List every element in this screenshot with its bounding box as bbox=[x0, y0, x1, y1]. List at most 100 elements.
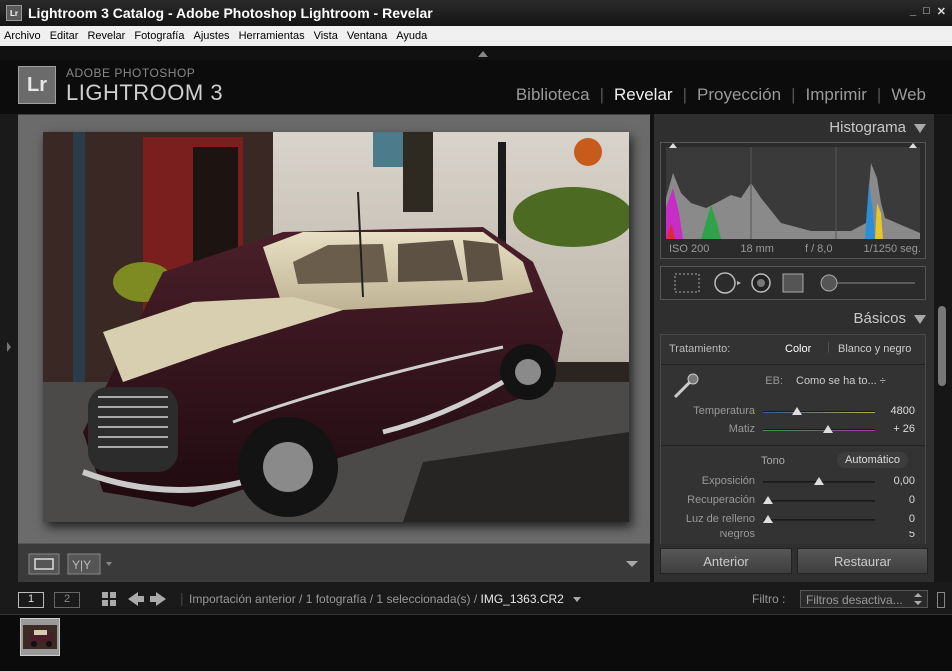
wb-label: EB: bbox=[765, 375, 783, 387]
filter-lock-icon[interactable] bbox=[937, 592, 945, 608]
fill-light-slider[interactable] bbox=[763, 519, 875, 521]
adjustment-brush-icon[interactable] bbox=[820, 274, 838, 292]
white-balance-picker-icon[interactable] bbox=[671, 371, 701, 401]
basicos-header[interactable]: Básicos bbox=[853, 310, 926, 327]
lightroom-logo: Lr bbox=[18, 66, 56, 104]
module-picker: Biblioteca | Revelar | Proyección | Impr… bbox=[516, 85, 926, 105]
panel-buttons: Anterior Restaurar bbox=[654, 544, 934, 582]
forward-arrow-icon[interactable] bbox=[150, 592, 166, 606]
temperature-knob[interactable] bbox=[792, 407, 802, 415]
reset-button[interactable]: Restaurar bbox=[797, 548, 928, 574]
basicos-panel: Tratamiento: Color | Blanco y negro EB: … bbox=[660, 334, 926, 554]
module-separator: | bbox=[682, 85, 687, 104]
menu-ayuda[interactable]: Ayuda bbox=[396, 30, 427, 42]
menu-ventana[interactable]: Ventana bbox=[347, 30, 387, 42]
divider bbox=[661, 445, 925, 446]
second-window-button[interactable]: 2 bbox=[54, 592, 80, 608]
window-title: Lightroom 3 Catalog - Adobe Photoshop Li… bbox=[28, 5, 433, 21]
window-controls: _ □ ✕ bbox=[910, 5, 946, 18]
source-path[interactable]: Importación anterior / 1 fotografía / 1 … bbox=[189, 592, 582, 606]
module-biblioteca[interactable]: Biblioteca bbox=[516, 85, 590, 105]
expand-left-icon[interactable] bbox=[0, 114, 18, 582]
module-imprimir[interactable]: Imprimir bbox=[806, 85, 867, 105]
temperature-value[interactable]: 4800 bbox=[875, 405, 915, 417]
vintage-car-photo[interactable] bbox=[43, 132, 629, 522]
top-panel-toggle-strip bbox=[0, 46, 952, 60]
close-button[interactable]: ✕ bbox=[937, 5, 946, 18]
scroll-thumb[interactable] bbox=[938, 306, 946, 386]
title-bar: Lr Lightroom 3 Catalog - Adobe Photoshop… bbox=[0, 0, 952, 26]
lightroom-window: Lr Lightroom 3 Catalog - Adobe Photoshop… bbox=[0, 0, 952, 671]
filter-stepper-icon[interactable] bbox=[912, 592, 924, 606]
aperture-value: f / 8,0 bbox=[804, 243, 833, 255]
menu-fotografia[interactable]: Fotografía bbox=[134, 30, 184, 42]
menu-ajustes[interactable]: Ajustes bbox=[193, 30, 229, 42]
wb-select[interactable]: Como se ha to... ÷ bbox=[796, 375, 886, 387]
menu-revelar[interactable]: Revelar bbox=[87, 30, 125, 42]
fill-light-knob[interactable] bbox=[763, 515, 773, 523]
shutter-value: 1/1250 seg. bbox=[863, 243, 921, 255]
identity-plate: Lr ADOBE PHOTOSHOP LIGHTROOM 3 Bibliotec… bbox=[0, 60, 952, 114]
previous-button[interactable]: Anterior bbox=[660, 548, 792, 574]
menu-herramientas[interactable]: Herramientas bbox=[239, 30, 305, 42]
source-dropdown-icon[interactable] bbox=[573, 597, 582, 603]
exposure-value[interactable]: 0,00 bbox=[875, 475, 915, 487]
toolbar-menu-icon[interactable] bbox=[626, 561, 638, 567]
fill-light-value[interactable]: 0 bbox=[875, 513, 915, 525]
tint-knob[interactable] bbox=[823, 425, 833, 433]
shadow-clipping-icon[interactable] bbox=[669, 143, 677, 148]
module-proyeccion[interactable]: Proyección bbox=[697, 85, 781, 105]
recovery-knob[interactable] bbox=[763, 496, 773, 504]
spot-removal-icon[interactable] bbox=[714, 272, 736, 294]
auto-tone-button[interactable]: Automático bbox=[837, 452, 909, 468]
graduated-filter-icon[interactable] bbox=[782, 273, 804, 293]
filmstrip-thumbnail[interactable] bbox=[20, 618, 60, 656]
tint-slider[interactable] bbox=[763, 429, 875, 431]
module-web[interactable]: Web bbox=[891, 85, 926, 105]
focal-value: 18 mm bbox=[740, 243, 774, 255]
exposure-label: Exposición bbox=[701, 475, 755, 487]
collapse-icon bbox=[914, 314, 926, 324]
recovery-label: Recuperación bbox=[687, 494, 755, 506]
canvas-toolbar: Y|Y bbox=[18, 543, 650, 583]
menu-vista[interactable]: Vista bbox=[314, 30, 338, 42]
recovery-slider[interactable] bbox=[763, 500, 875, 502]
before-after-dropdown-icon[interactable] bbox=[106, 562, 112, 566]
back-arrow-icon[interactable] bbox=[128, 592, 144, 606]
grid-view-icon[interactable] bbox=[102, 592, 116, 606]
histogram-header[interactable]: Histograma bbox=[829, 119, 926, 136]
histogram-metadata: ISO 200 18 mm f / 8,0 1/1250 seg. bbox=[669, 243, 921, 255]
menu-archivo[interactable]: Archivo bbox=[4, 30, 41, 42]
main-window-button[interactable]: 1 bbox=[18, 592, 44, 608]
recovery-value[interactable]: 0 bbox=[875, 494, 915, 506]
module-separator: | bbox=[599, 85, 604, 104]
right-panel-scrollbar[interactable] bbox=[934, 114, 952, 582]
exposure-knob[interactable] bbox=[814, 477, 824, 485]
left-panel-collapsed[interactable] bbox=[0, 114, 18, 582]
minimize-button[interactable]: _ bbox=[910, 5, 916, 18]
blacks-value[interactable]: 5 bbox=[875, 531, 915, 539]
menu-bar: Archivo Editar Revelar Fotografía Ajuste… bbox=[0, 26, 952, 46]
treatment-color-button[interactable]: Color bbox=[785, 343, 811, 355]
temperature-label: Temperatura bbox=[693, 405, 755, 417]
filter-select[interactable]: Filtros desactiva... bbox=[800, 590, 928, 608]
module-separator: | bbox=[876, 85, 882, 104]
treatment-bw-button[interactable]: Blanco y negro bbox=[838, 343, 911, 355]
highlight-clipping-icon[interactable] bbox=[909, 143, 917, 148]
temperature-slider[interactable] bbox=[763, 411, 875, 413]
loupe-view-icon[interactable] bbox=[28, 553, 60, 575]
collapse-top-icon[interactable] bbox=[478, 51, 488, 57]
brand-main: LIGHTROOM 3 bbox=[66, 80, 224, 105]
tint-value[interactable]: + 26 bbox=[875, 423, 915, 435]
iso-value: ISO 200 bbox=[669, 243, 710, 255]
photo-canvas: Y|Y bbox=[18, 114, 650, 583]
menu-editar[interactable]: Editar bbox=[50, 30, 79, 42]
crop-icon[interactable] bbox=[674, 273, 700, 293]
histogram[interactable]: ISO 200 18 mm f / 8,0 1/1250 seg. bbox=[660, 142, 926, 259]
collapse-icon bbox=[914, 123, 926, 133]
maximize-button[interactable]: □ bbox=[923, 5, 930, 18]
module-revelar[interactable]: Revelar bbox=[614, 85, 673, 105]
treatment-separator: | bbox=[827, 341, 830, 353]
brand-top: ADOBE PHOTOSHOP bbox=[66, 66, 196, 80]
right-panel: Histograma ISO 200 18 mm f / 8,0 1/1250 … bbox=[654, 114, 934, 582]
